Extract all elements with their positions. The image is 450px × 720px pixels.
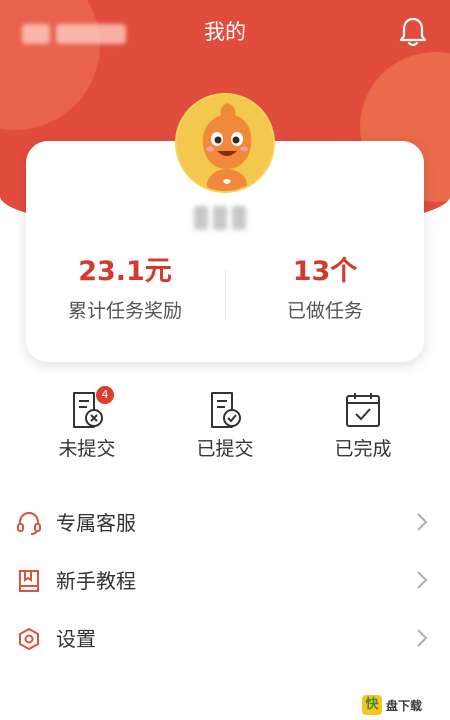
avatar[interactable] — [175, 93, 275, 193]
menu-item-customer-service[interactable]: 专属客服 — [0, 496, 450, 552]
username-blurred — [190, 206, 250, 232]
task-completed-label: 已完成 — [334, 438, 392, 460]
task-unsubmitted-label: 未提交 — [58, 438, 116, 460]
headset-icon — [17, 512, 41, 535]
page-title: 我的 — [204, 20, 246, 44]
menu-item-settings[interactable]: 设置 — [0, 612, 450, 668]
menu-label-tutorial: 新手教程 — [56, 569, 136, 593]
watermark-logo: 快 — [362, 695, 382, 715]
watermark: 快 盘下载 — [362, 694, 442, 716]
settings-hex-icon — [19, 628, 39, 650]
reward-stat[interactable]: 23.1元 累计任务奖励 — [25, 252, 225, 326]
chevron-right-icon — [417, 629, 428, 647]
chevron-right-icon — [417, 571, 428, 589]
unsubmitted-count-badge: 4 — [96, 386, 114, 404]
task-submitted[interactable]: 已提交 — [180, 390, 270, 462]
chevron-right-icon — [417, 513, 428, 531]
task-submitted-label: 已提交 — [196, 438, 254, 460]
task-unsubmitted[interactable]: 4 未提交 — [42, 386, 132, 462]
tasks-done-label: 已做任务 — [286, 300, 363, 322]
task-completed[interactable]: 已完成 — [318, 390, 408, 462]
reward-value: 23.1元 — [78, 256, 172, 287]
calendar-check-icon — [346, 393, 380, 427]
tasks-done-value: 13个 — [292, 256, 358, 287]
reward-label: 累计任务奖励 — [67, 300, 182, 322]
menu-item-tutorial[interactable]: 新手教程 — [0, 554, 450, 610]
book-icon — [19, 570, 39, 592]
watermark-text: 盘下载 — [386, 698, 423, 713]
menu-label-settings: 设置 — [56, 627, 96, 651]
menu-label-customer-service: 专属客服 — [56, 511, 136, 535]
tasks-done-stat[interactable]: 13个 已做任务 — [225, 252, 425, 326]
doc-check-icon — [211, 392, 241, 428]
notification-bell-icon[interactable] — [398, 16, 428, 48]
